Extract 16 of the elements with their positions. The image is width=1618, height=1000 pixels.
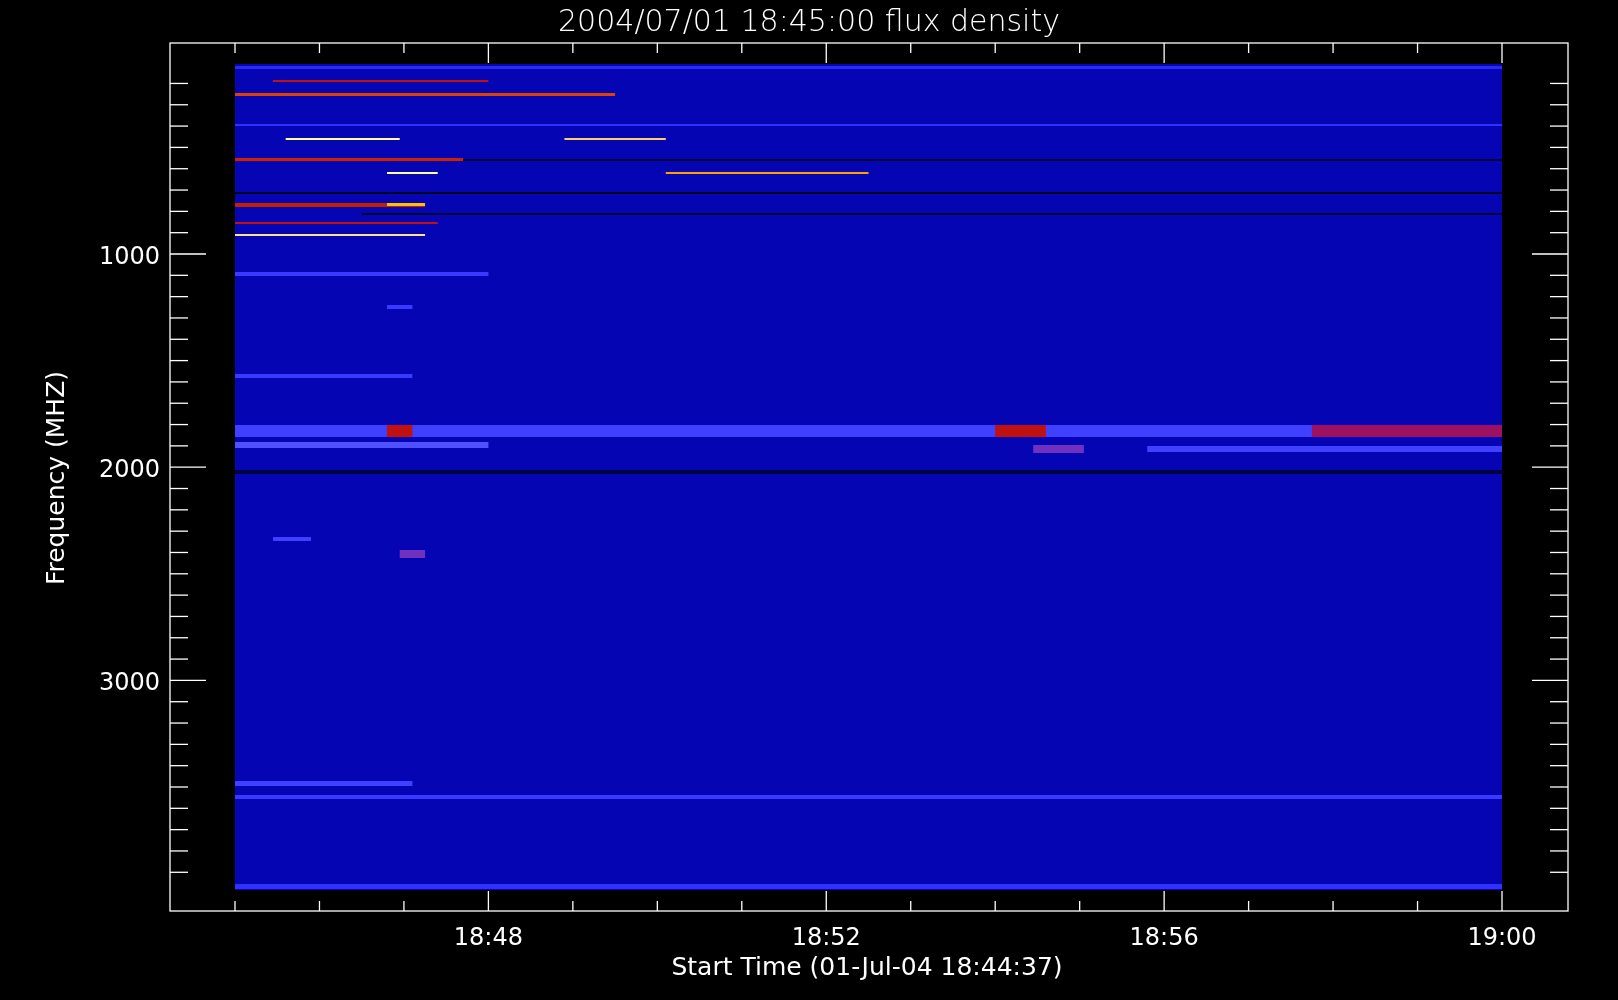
- signal-band: [399, 550, 426, 558]
- signal-band: [387, 425, 413, 437]
- axis-tick-label: 19:00: [1467, 923, 1537, 951]
- axis-tick-label: 3000: [98, 668, 160, 697]
- axis-tick-label: 18:56: [1129, 923, 1199, 951]
- axis-tick-label: 1000: [98, 242, 160, 270]
- x-axis-label: Start Time (01-Jul-04 18:44:37): [671, 952, 1063, 981]
- signal-band: [995, 425, 1046, 437]
- y-axis-label: Frequency (MHZ): [41, 370, 70, 586]
- axis-tick-label: 2000: [98, 455, 160, 484]
- signal-band: [1033, 445, 1084, 453]
- signal-band: [273, 537, 311, 541]
- axis-tick-label: 18:48: [453, 923, 523, 951]
- signal-band: [387, 305, 413, 309]
- chart-title: 2004/07/01 18:45:00 flux density: [558, 3, 1060, 38]
- axis-tick-label: 18:52: [791, 923, 861, 951]
